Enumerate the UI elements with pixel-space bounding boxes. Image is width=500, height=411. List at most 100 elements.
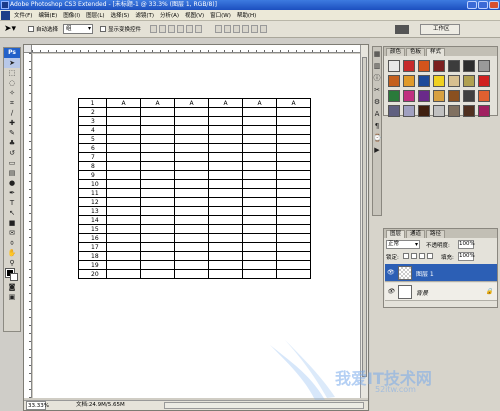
tab-styles[interactable]: 样式 [426,48,446,56]
align-left-icon[interactable] [177,25,184,33]
style-swatch[interactable] [418,60,430,72]
style-swatch[interactable] [403,75,415,87]
show-transform-checkbox[interactable] [100,26,106,32]
menu-help[interactable]: 帮助(H) [234,11,259,19]
auto-select-checkbox[interactable] [28,26,34,32]
eraser-tool[interactable]: ▭ [4,158,20,168]
color-swatches[interactable] [4,268,20,282]
style-swatch[interactable] [463,105,475,117]
style-swatch[interactable] [403,105,415,117]
style-swatch[interactable] [433,90,445,102]
move-tool-icon[interactable]: ➤▾ [4,24,18,35]
zoom-tool[interactable]: ⚲ [4,258,20,268]
style-swatch[interactable] [403,60,415,72]
style-swatch[interactable] [418,90,430,102]
menu-edit[interactable]: 编辑(E) [35,11,60,19]
horizontal-ruler[interactable] [32,45,360,53]
shape-tool[interactable]: ■ [4,218,20,228]
style-swatch[interactable] [478,60,490,72]
workspace-dropdown[interactable]: 工作区 [420,24,460,35]
slice-tool[interactable]: ∕ [4,108,20,118]
character-icon[interactable]: A [373,109,381,119]
move-tool[interactable]: ➤ [4,58,20,68]
menu-image[interactable]: 图像(I) [60,11,83,19]
tool-presets-icon[interactable]: ⚙ [373,97,381,107]
history-brush-tool[interactable]: ↺ [4,148,20,158]
info-icon[interactable]: ⓘ [373,73,381,83]
notes-tool[interactable]: ✉ [4,228,20,238]
healing-tool[interactable]: ✚ [4,118,20,128]
maximize-button[interactable] [478,1,488,9]
zoom-field[interactable]: 33.33% [26,401,49,410]
scroll-thumb[interactable] [362,57,367,377]
crop-tool[interactable]: ⌗ [4,98,20,108]
style-swatch[interactable] [478,90,490,102]
pen-tool[interactable]: ✒ [4,188,20,198]
distribute-top-icon[interactable] [215,25,222,33]
menu-view[interactable]: 视图(V) [182,11,207,19]
menu-layer[interactable]: 图层(L) [83,11,107,19]
style-swatch[interactable] [388,90,400,102]
menu-filter[interactable]: 滤镜(T) [132,11,157,19]
tab-layers[interactable]: 图层 [386,230,406,238]
lock-position-checkbox[interactable] [419,253,425,259]
opacity-field[interactable]: 100% [458,240,475,249]
style-swatch[interactable] [418,75,430,87]
layer-row-background[interactable]: 👁 背景 🔒 [385,283,497,301]
navigator-icon[interactable]: ▦ [373,49,381,59]
gradient-tool[interactable]: ▤ [4,168,20,178]
style-swatch[interactable] [448,75,460,87]
dodge-tool[interactable]: ● [4,178,20,188]
eye-icon[interactable]: 👁 [387,288,395,295]
lasso-tool[interactable]: ◌ [4,78,20,88]
menu-window[interactable]: 窗口(W) [207,11,234,19]
distribute-right-icon[interactable] [260,25,267,33]
brush-tool[interactable]: ✎ [4,128,20,138]
history-icon[interactable]: ⌚ [373,133,382,143]
align-bottom-icon[interactable] [168,25,175,33]
distribute-hcenter-icon[interactable] [251,25,258,33]
menu-analysis[interactable]: 分析(A) [157,11,182,19]
tab-color[interactable]: 颜色 [386,48,406,56]
style-swatch[interactable] [478,75,490,87]
menu-select[interactable]: 选择(S) [108,11,133,19]
vertical-ruler[interactable] [24,53,32,398]
distribute-left-icon[interactable] [242,25,249,33]
stamp-tool[interactable]: ♣ [4,138,20,148]
path-select-tool[interactable]: ↖ [4,208,20,218]
brushes-icon[interactable]: ✂ [373,85,381,95]
style-swatch[interactable] [433,75,445,87]
eye-icon[interactable]: 👁 [387,269,395,276]
tab-channels[interactable]: 通道 [406,230,426,238]
align-hcenter-icon[interactable] [186,25,193,33]
style-swatch[interactable] [433,60,445,72]
style-swatch[interactable] [448,60,460,72]
screen-mode-icon[interactable]: ▣ [4,292,20,302]
fill-field[interactable]: 100% [458,252,475,261]
eyedropper-tool[interactable]: ⌽ [4,238,20,248]
magic-wand-tool[interactable]: ✧ [4,88,20,98]
bridge-icon[interactable] [395,25,409,34]
tab-swatches[interactable]: 色板 [406,48,426,56]
align-right-icon[interactable] [195,25,202,33]
ps-menu-icon[interactable] [1,11,10,20]
style-swatch[interactable] [448,90,460,102]
horizontal-scrollbar[interactable] [164,402,364,409]
style-swatch[interactable] [388,105,400,117]
quick-mask-icon[interactable]: ◙ [4,282,20,292]
layer-row-layer1[interactable]: 👁 图层 1 [385,264,497,282]
style-swatch[interactable] [463,60,475,72]
vertical-scrollbar[interactable] [360,45,368,398]
hand-tool[interactable]: ✋ [4,248,20,258]
style-swatch[interactable] [433,105,445,117]
style-swatch[interactable] [418,105,430,117]
close-button[interactable] [489,1,499,9]
align-vcenter-icon[interactable] [159,25,166,33]
distribute-vcenter-icon[interactable] [224,25,231,33]
canvas[interactable]: 1 A A A A A A 2 3 4 5 6 7 8 9 10 11 12 13 14 15 16 17 18… [33,54,360,398]
lock-transparency-checkbox[interactable] [403,253,409,259]
menu-file[interactable]: 文件(F) [11,11,35,19]
tab-paths[interactable]: 路径 [426,230,446,238]
actions-icon[interactable]: ▶ [373,145,381,155]
style-swatch[interactable] [448,105,460,117]
